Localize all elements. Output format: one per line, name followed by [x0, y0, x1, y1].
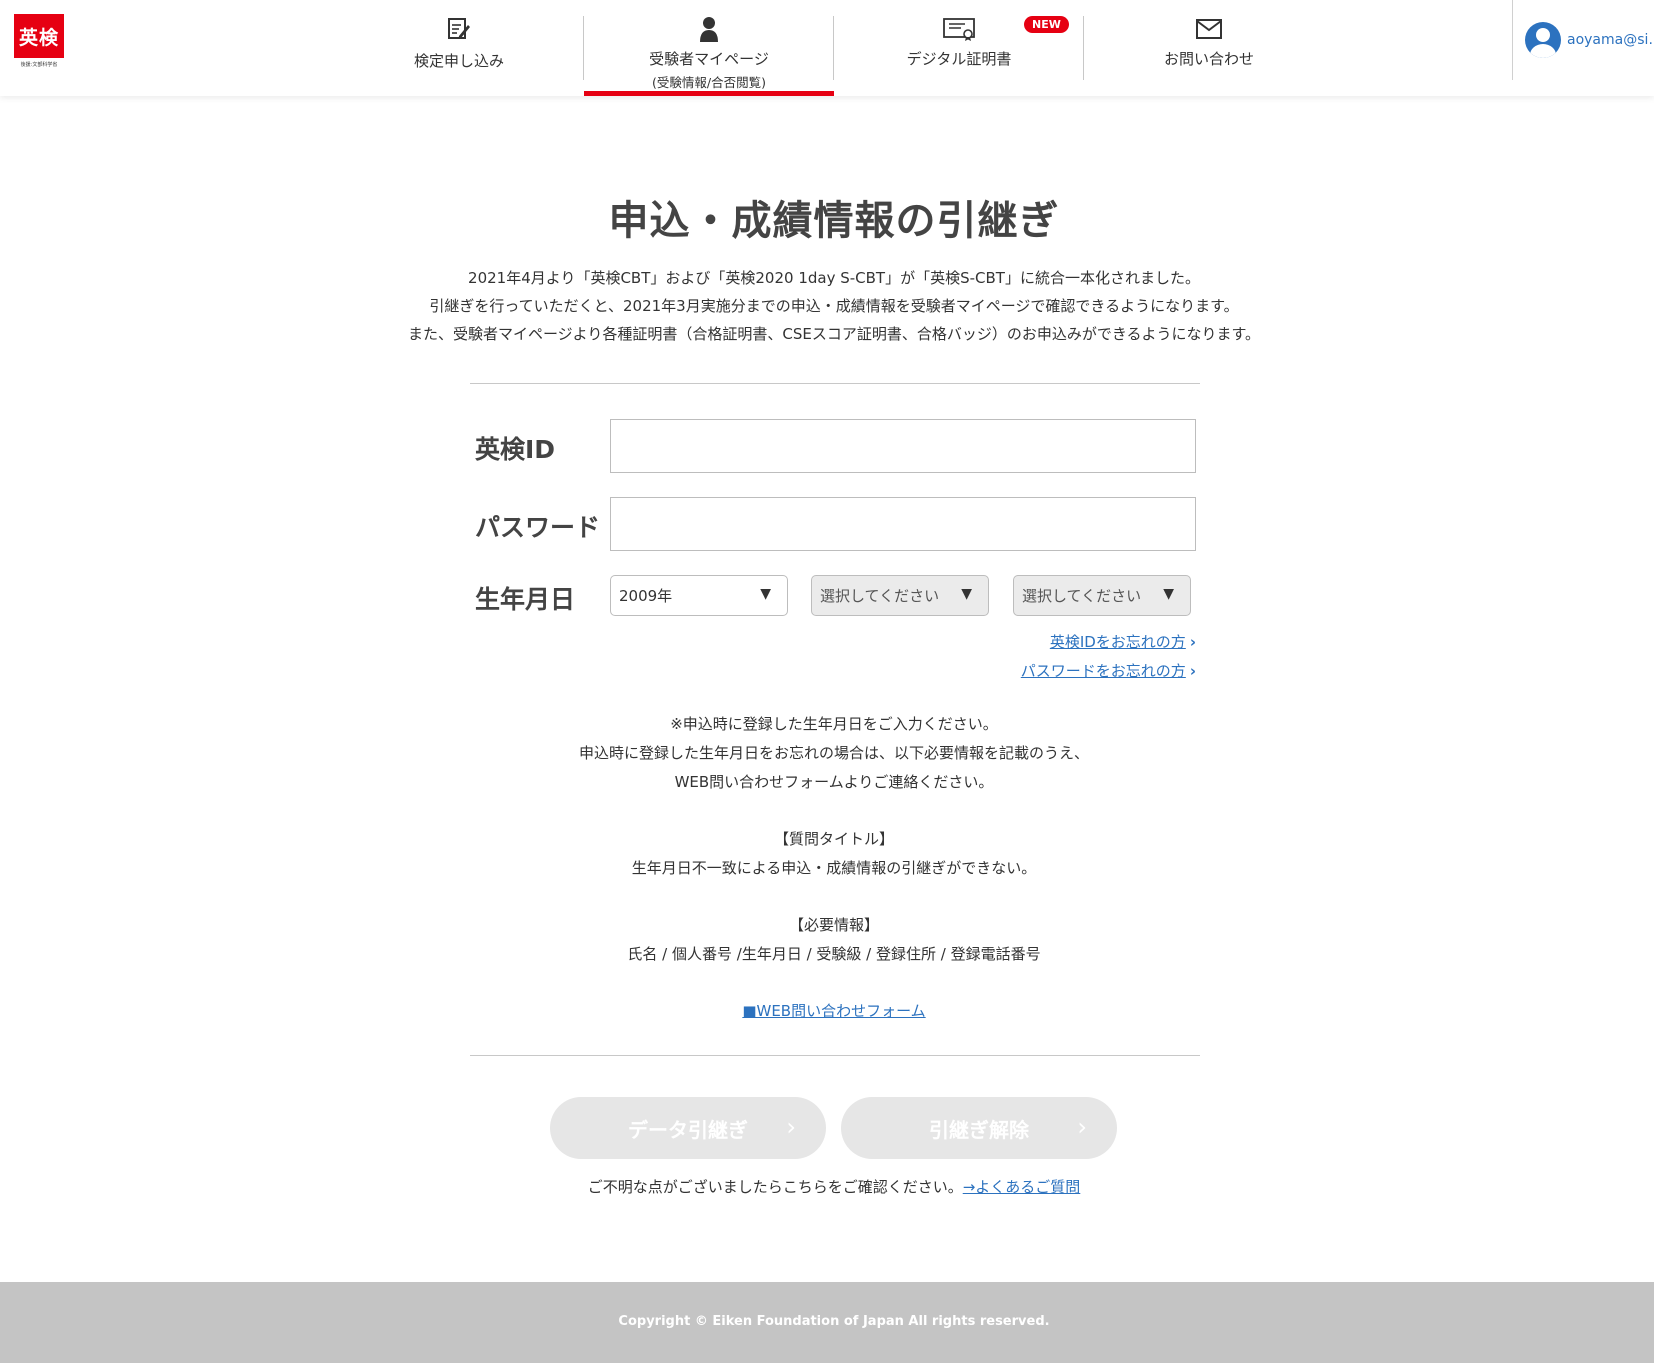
- intro-line: また、受験者マイページより各種証明書（合格証明書、CSEスコア証明書、合格バッジ…: [407, 325, 1261, 343]
- intro-text: 2021年4月より「英検CBT」および「英検2020 1day S-CBT」が「…: [0, 264, 1654, 348]
- birthdate-label: 生年月日: [475, 585, 576, 614]
- intro-line: 2021年4月より「英検CBT」および「英検2020 1day S-CBT」が「…: [468, 269, 1200, 287]
- question-title-text: 生年月日不一致による申込・成績情報の引継ぎができない。: [631, 859, 1037, 877]
- forgot-password-text: パスワードをお忘れの方: [1020, 662, 1186, 680]
- dropdown-arrow-icon: ▼: [961, 586, 972, 602]
- dropdown-arrow-icon: ▼: [1163, 586, 1174, 602]
- cancel-transfer-button[interactable]: 引継ぎ解除 ›: [841, 1097, 1117, 1159]
- chevron-right-icon: ›: [1077, 1113, 1087, 1141]
- user-avatar-icon: [1525, 22, 1561, 58]
- divider-bottom: [470, 1055, 1200, 1056]
- divider-top: [470, 383, 1200, 384]
- nav-label: 検定申し込み: [413, 52, 504, 70]
- eiken-id-label: 英検ID: [475, 435, 556, 464]
- person-icon: [698, 16, 720, 42]
- logo-sub-text: 後援:文部科学省: [20, 62, 58, 68]
- nav-label: 受験者マイページ: [649, 50, 769, 68]
- note-line: 申込時に登録した生年月日をお忘れの場合は、以下必要情報を記載のうえ、: [578, 744, 1089, 762]
- eiken-logo[interactable]: 英検 後援:文部科学省: [14, 14, 64, 68]
- web-inquiry-form-link[interactable]: ■WEB問い合わせフォーム: [742, 1002, 925, 1020]
- site-footer: Copyright © Eiken Foundation of Japan Al…: [0, 1282, 1654, 1363]
- main-nav: 検定申し込み 受験者マイページ (受験情報/合否閲覧) デジタル証明書 NEW …: [334, 0, 1334, 96]
- nav-exam-application[interactable]: 検定申し込み: [334, 0, 584, 96]
- site-header: 英検 後援:文部科学省 検定申し込み 受験者マイページ (受験情報/合否閲覧) …: [0, 0, 1654, 96]
- user-menu[interactable]: aoyama@si…: [1512, 0, 1654, 80]
- faq-line: ご不明な点がございましたらこちらをご確認ください。→よくあるご質問: [0, 1176, 1654, 1197]
- certificate-icon: [943, 16, 975, 42]
- user-email: aoyama@si…: [1567, 32, 1654, 48]
- nav-label: デジタル証明書: [906, 50, 1012, 68]
- birth-day-value: 選択してください: [1022, 587, 1142, 605]
- password-label: パスワード: [475, 513, 601, 542]
- required-info-text: 氏名 / 個人番号 /生年月日 / 受験級 / 登録住所 / 登録電話番号: [627, 945, 1041, 963]
- nav-mypage[interactable]: 受験者マイページ (受験情報/合否閲覧): [584, 0, 834, 96]
- birth-day-select[interactable]: 選択してください ▼: [1013, 575, 1191, 616]
- nav-digital-certificate[interactable]: デジタル証明書 NEW: [834, 0, 1084, 96]
- eiken-id-input[interactable]: [610, 419, 1196, 473]
- forgot-id-link[interactable]: 英検IDをお忘れの方 ›: [1050, 631, 1196, 652]
- new-badge: NEW: [1024, 16, 1069, 33]
- faq-text: ご不明な点がございましたらこちらをご確認ください。: [587, 1178, 963, 1196]
- copyright-text: Copyright © Eiken Foundation of Japan Al…: [618, 1314, 1050, 1329]
- data-transfer-label: データ引継ぎ: [628, 1117, 748, 1142]
- forgot-id-text: 英検IDをお忘れの方: [1049, 633, 1186, 651]
- chevron-right-icon: ›: [786, 1113, 796, 1141]
- nav-sublabel: (受験情報/合否閲覧): [652, 75, 766, 90]
- birth-year-value: 2009年: [619, 587, 673, 605]
- question-title-heading: 【質問タイトル】: [773, 830, 894, 848]
- edit-document-icon: [447, 16, 471, 42]
- birth-month-select[interactable]: 選択してください ▼: [811, 575, 989, 616]
- cancel-transfer-label: 引継ぎ解除: [929, 1117, 1029, 1142]
- birth-year-select[interactable]: 2009年 ▼: [610, 575, 788, 616]
- password-input[interactable]: [610, 497, 1196, 551]
- logo-mark: 英検: [14, 14, 64, 58]
- note-line: ※申込時に登録した生年月日をご入力ください。: [670, 715, 998, 733]
- dropdown-arrow-icon: ▼: [760, 586, 771, 602]
- nav-contact[interactable]: お問い合わせ: [1084, 0, 1334, 96]
- intro-line: 引継ぎを行っていただくと、2021年3月実施分までの申込・成績情報を受験者マイペ…: [429, 297, 1239, 315]
- faq-link[interactable]: →よくあるご質問: [963, 1178, 1081, 1196]
- mail-icon: [1196, 16, 1222, 42]
- web-form-link-wrap: ■WEB問い合わせフォーム: [0, 1000, 1654, 1021]
- chevron-right-icon: ›: [1189, 662, 1196, 680]
- birth-month-value: 選択してください: [820, 587, 940, 605]
- nav-label: お問い合わせ: [1163, 50, 1254, 68]
- forgot-password-link[interactable]: パスワードをお忘れの方 ›: [1021, 660, 1196, 681]
- birthdate-notes: ※申込時に登録した生年月日をご入力ください。 申込時に登録した生年月日をお忘れの…: [0, 710, 1654, 969]
- page-title: 申込・成績情報の引継ぎ: [608, 198, 1060, 244]
- chevron-right-icon: ›: [1189, 633, 1196, 651]
- required-info-heading: 【必要情報】: [788, 916, 879, 934]
- note-line: WEB問い合わせフォームよりご連絡ください。: [674, 773, 994, 791]
- data-transfer-button[interactable]: データ引継ぎ ›: [550, 1097, 826, 1159]
